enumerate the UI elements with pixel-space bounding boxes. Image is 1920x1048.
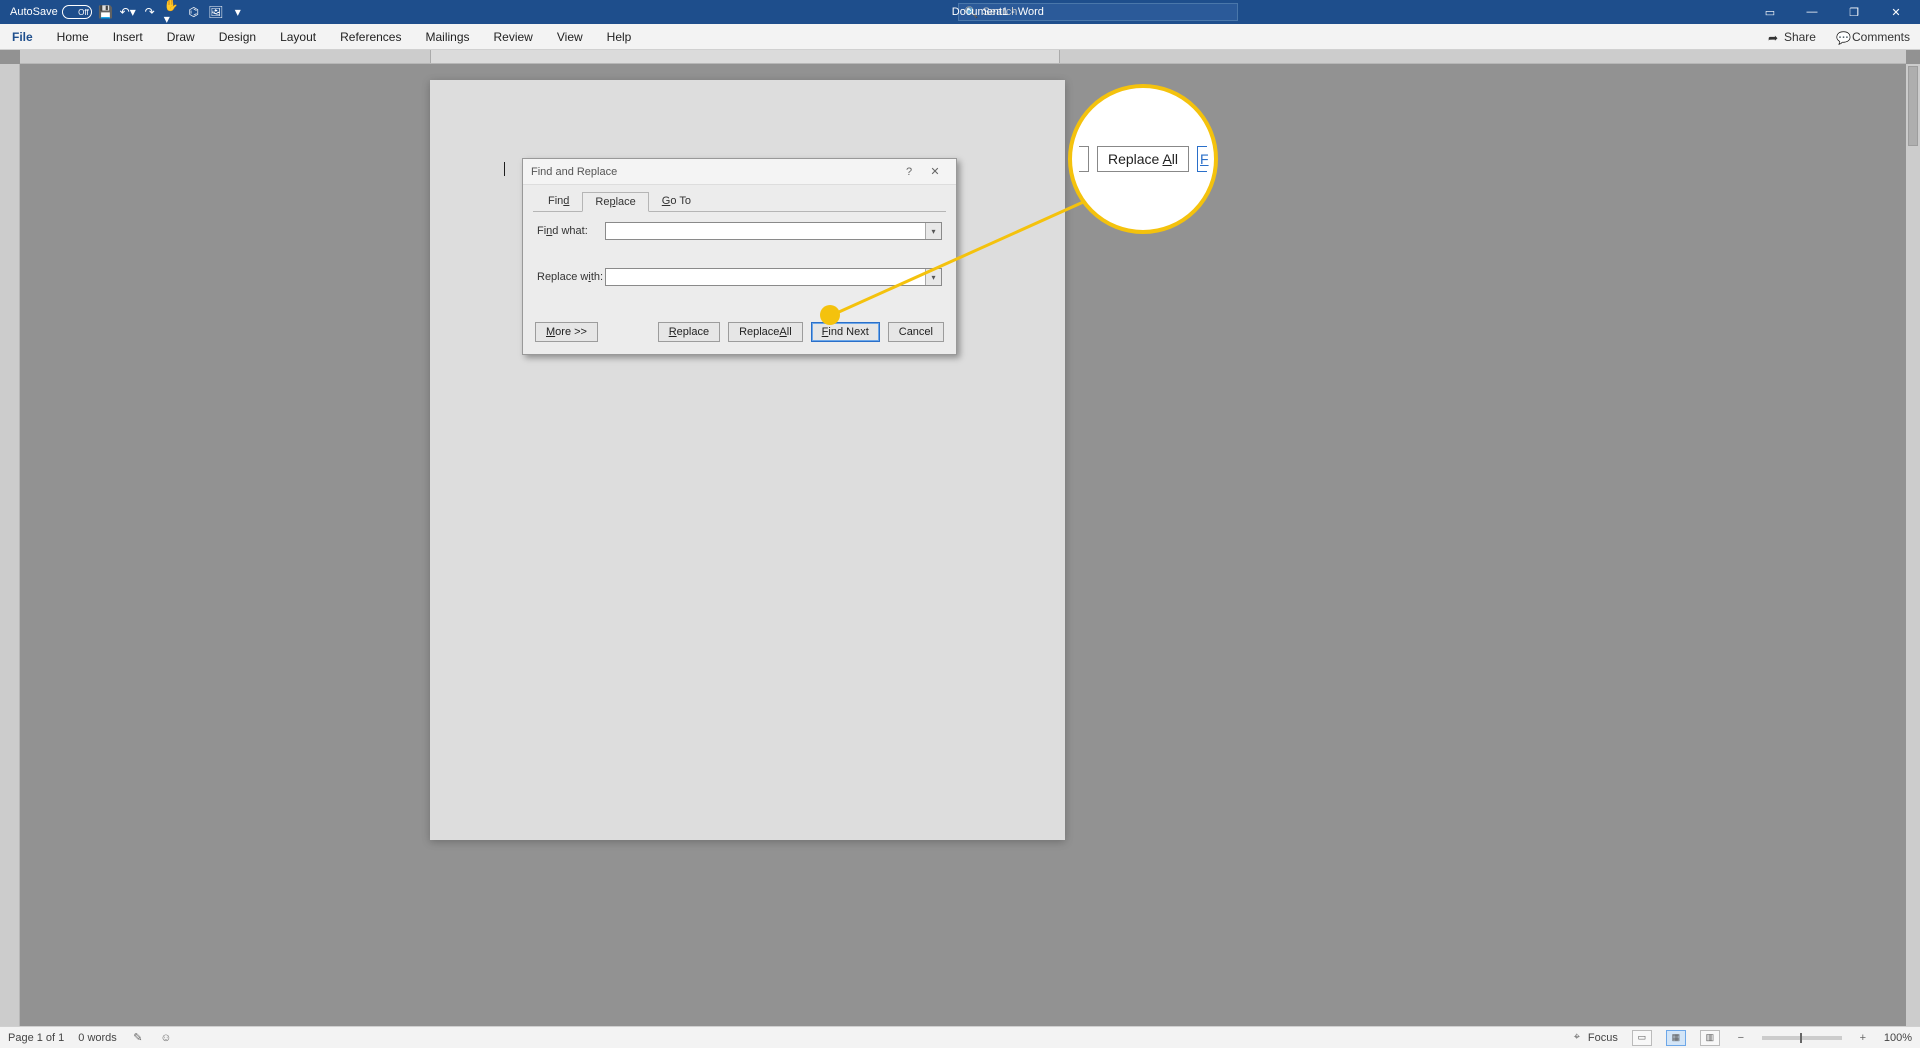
replace-with-combo[interactable]: ▾ [605, 268, 942, 286]
autosave-toggle[interactable]: AutoSave Off [10, 5, 92, 19]
callout-anchor-dot [820, 305, 840, 325]
print-layout-icon[interactable]: ▦ [1666, 1030, 1686, 1046]
dialog-close-icon[interactable]: ✕ [922, 162, 948, 182]
replace-button[interactable]: Replace [658, 322, 720, 342]
callout-replace-all-button: Replace All [1097, 146, 1189, 172]
tab-help[interactable]: Help [595, 24, 644, 49]
replace-with-input[interactable] [606, 269, 925, 285]
find-next-button[interactable]: Find Next [811, 322, 880, 342]
tab-view[interactable]: View [545, 24, 595, 49]
tab-mailings[interactable]: Mailings [413, 24, 481, 49]
replace-with-label: Replace with: [537, 271, 605, 283]
minimize-icon[interactable]: — [1792, 0, 1832, 24]
ribbon-tabs: File Home Insert Draw Design Layout Refe… [0, 24, 1920, 50]
dialog-tab-find[interactable]: Find [535, 191, 582, 211]
focus-icon: ⌖ [1570, 1031, 1584, 1045]
comments-button[interactable]: 💬Comments [1826, 24, 1920, 49]
close-icon[interactable]: ✕ [1876, 0, 1916, 24]
find-what-combo[interactable]: ▾ [605, 222, 942, 240]
find-what-input[interactable] [606, 223, 925, 239]
zoom-out-icon[interactable]: − [1734, 1031, 1748, 1045]
tab-review[interactable]: Review [482, 24, 545, 49]
spellcheck-icon[interactable]: ✎ [131, 1031, 145, 1045]
read-mode-icon[interactable]: ▭ [1632, 1030, 1652, 1046]
callout-magnifier: Replace All F [1068, 84, 1218, 234]
dialog-help-icon[interactable]: ? [896, 162, 922, 182]
callout-left-edge [1079, 146, 1089, 172]
text-caret [504, 162, 505, 176]
zoom-slider-thumb[interactable] [1800, 1033, 1802, 1043]
document-title: Document1 - Word [952, 6, 1044, 18]
find-what-label: Find what: [537, 225, 605, 237]
find-replace-dialog: Find and Replace ? ✕ Find Replace Go To … [522, 158, 957, 355]
status-word-count[interactable]: 0 words [78, 1032, 117, 1044]
comment-icon: 💬 [1836, 31, 1848, 43]
zoom-slider[interactable] [1762, 1036, 1842, 1040]
more-button[interactable]: More >> [535, 322, 598, 342]
replace-with-row: Replace with: ▾ [537, 268, 942, 286]
replace-with-dropdown-icon[interactable]: ▾ [925, 269, 941, 285]
maximize-icon[interactable]: ❐ [1834, 0, 1874, 24]
vertical-scrollbar[interactable] [1906, 64, 1920, 1026]
find-what-row: Find what: ▾ [537, 222, 942, 240]
undo-icon[interactable]: ↶▾ [120, 4, 136, 20]
save-icon[interactable]: 💾 [98, 4, 114, 20]
focus-mode-button[interactable]: ⌖Focus [1570, 1031, 1618, 1045]
title-bar: AutoSave Off 💾 ↶▾ ↷ ✋▾ ⌬ 🖼 ▾ Document1 -… [0, 0, 1920, 24]
callout-right-edge: F [1197, 146, 1207, 172]
tab-file[interactable]: File [0, 24, 45, 49]
share-icon: ➦ [1768, 31, 1780, 43]
find-what-dropdown-icon[interactable]: ▾ [925, 223, 941, 239]
dialog-titlebar[interactable]: Find and Replace ? ✕ [523, 159, 956, 185]
status-page[interactable]: Page 1 of 1 [8, 1032, 64, 1044]
dialog-title-text: Find and Replace [531, 166, 617, 178]
replace-all-button[interactable]: Replace All [728, 322, 803, 342]
autosave-pill[interactable]: Off [62, 5, 92, 19]
cancel-button[interactable]: Cancel [888, 322, 944, 342]
web-layout-icon[interactable]: ▥ [1700, 1030, 1720, 1046]
tab-insert[interactable]: Insert [101, 24, 155, 49]
tab-design[interactable]: Design [207, 24, 268, 49]
org-chart-icon[interactable]: ⌬ [186, 4, 202, 20]
tab-layout[interactable]: Layout [268, 24, 328, 49]
quick-access-toolbar: AutoSave Off 💾 ↶▾ ↷ ✋▾ ⌬ 🖼 ▾ [0, 4, 246, 20]
picture-icon[interactable]: 🖼 [208, 4, 224, 20]
tab-home[interactable]: Home [45, 24, 101, 49]
autosave-label: AutoSave [10, 6, 58, 18]
share-button[interactable]: ➦Share [1758, 24, 1826, 49]
document-area [0, 50, 1920, 1026]
redo-icon[interactable]: ↷ [142, 4, 158, 20]
dialog-body: Find what: ▾ Replace with: ▾ [523, 212, 956, 318]
status-bar: Page 1 of 1 0 words ✎ ☺ ⌖Focus ▭ ▦ ▥ − +… [0, 1026, 1920, 1048]
touch-mode-icon[interactable]: ✋▾ [164, 4, 180, 20]
qat-customize-icon[interactable]: ▾ [230, 4, 246, 20]
dialog-tabs: Find Replace Go To [523, 185, 956, 211]
dialog-tab-replace[interactable]: Replace [582, 192, 648, 212]
accessibility-icon[interactable]: ☺ [159, 1031, 173, 1045]
zoom-in-icon[interactable]: + [1856, 1031, 1870, 1045]
scrollbar-thumb[interactable] [1908, 66, 1918, 146]
tab-references[interactable]: References [328, 24, 413, 49]
title-center: Document1 - Word 🔍 Search [246, 3, 1750, 21]
dialog-tab-goto[interactable]: Go To [649, 191, 704, 211]
window-controls: ▭ — ❐ ✕ [1750, 0, 1920, 24]
tab-draw[interactable]: Draw [155, 24, 207, 49]
ribbon-display-icon[interactable]: ▭ [1750, 0, 1790, 24]
dialog-button-row: More >> Replace Replace All Find Next Ca… [523, 318, 956, 354]
vertical-ruler[interactable] [0, 64, 20, 1026]
zoom-percent[interactable]: 100% [1884, 1032, 1912, 1044]
horizontal-ruler[interactable] [20, 50, 1906, 64]
